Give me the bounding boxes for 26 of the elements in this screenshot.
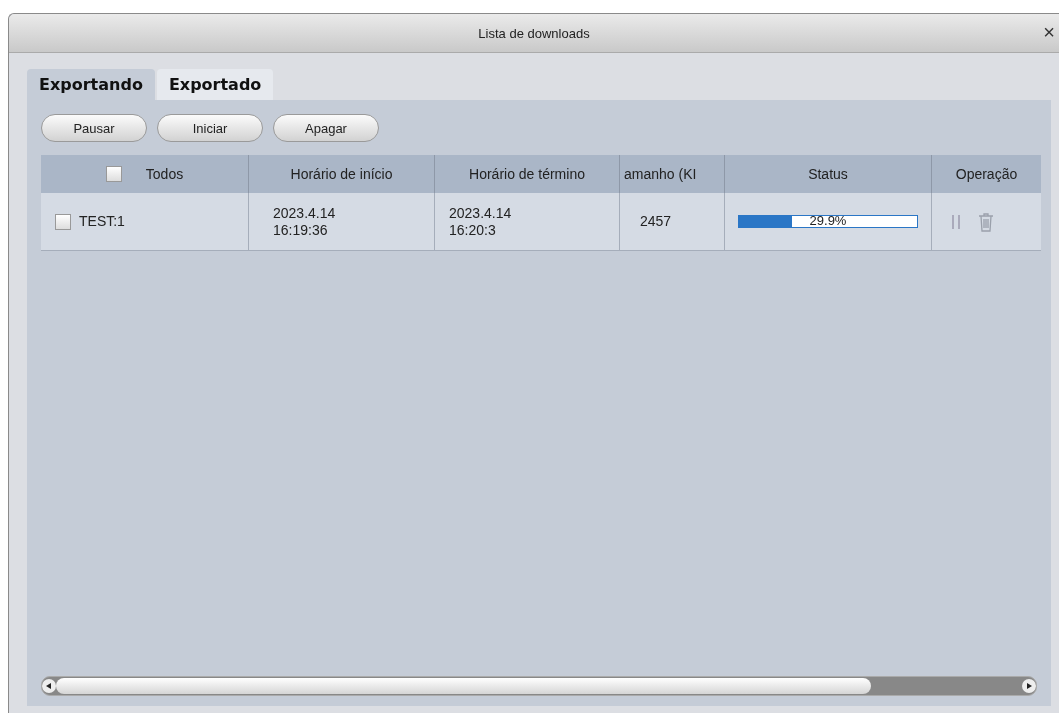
scroll-right-icon[interactable]: [1022, 679, 1036, 693]
select-all-checkbox[interactable]: [105, 166, 122, 182]
action-button[interactable]: Iniciar: [157, 114, 263, 142]
window-title: Lista de downloads: [478, 25, 590, 41]
task-name: TEST:1: [79, 213, 125, 230]
action-button[interactable]: Pausar: [41, 114, 147, 142]
column-header: Todos: [145, 166, 184, 182]
pause-icon[interactable]: [952, 213, 960, 230]
trash-icon[interactable]: [978, 211, 994, 232]
scroll-thumb[interactable]: [56, 678, 872, 694]
column-header: Status: [724, 155, 931, 193]
tab[interactable]: Exportado: [156, 69, 274, 100]
column-header: Operação: [931, 155, 1041, 193]
column-header: amanho (KI: [619, 155, 724, 193]
tab[interactable]: Exportando: [27, 69, 155, 100]
column-header: Horário de início: [248, 155, 434, 193]
start-time: 2023.4.14 16:19:36: [273, 204, 336, 239]
column-header: Horário de término: [434, 155, 619, 193]
progress-text: 29.9%: [808, 213, 848, 228]
row-checkbox[interactable]: [55, 213, 71, 230]
close-button[interactable]: ×: [1039, 22, 1059, 42]
file-size: 2457: [640, 213, 672, 230]
scroll-left-icon[interactable]: [42, 679, 56, 693]
horizontal-scrollbar[interactable]: [41, 676, 1037, 696]
end-time: 2023.4.14 16:20:3: [449, 204, 512, 239]
action-button[interactable]: Apagar: [273, 114, 379, 142]
